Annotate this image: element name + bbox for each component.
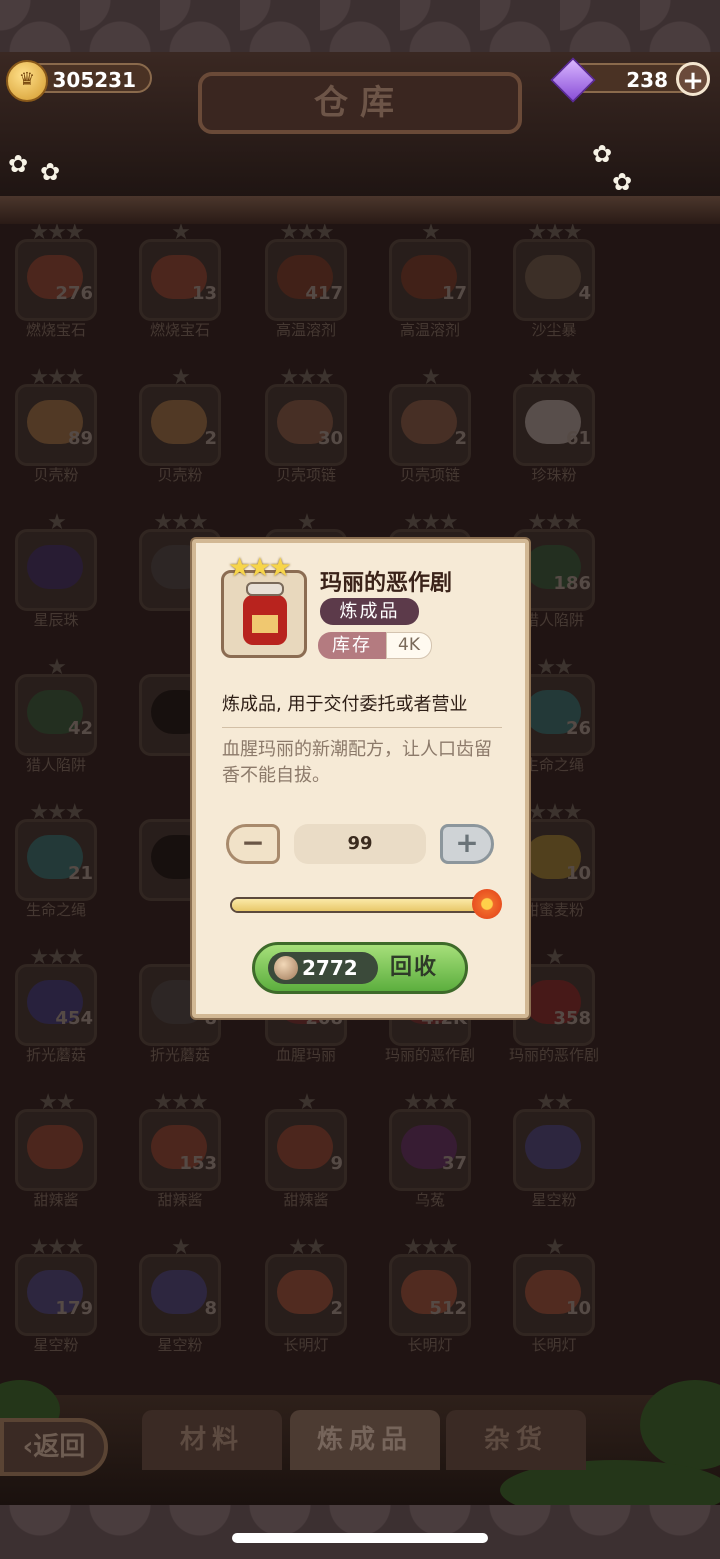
recycle-label: 回收 <box>390 955 439 980</box>
back-button[interactable]: ‹返回 <box>0 1418 108 1476</box>
flower-icon: ✿ <box>40 158 61 186</box>
jar-lid <box>246 582 284 596</box>
quantity-field[interactable]: 99 <box>294 824 426 864</box>
item-description: 炼成品, 用于交付委托或者营业 <box>222 694 468 715</box>
item-title: 玛丽的恶作剧 <box>320 571 453 596</box>
shelf-bar <box>0 196 720 224</box>
crown-coin-icon: ♛ <box>6 60 48 102</box>
decrease-quantity-button[interactable]: − <box>226 824 280 864</box>
slider-thumb-flower-icon[interactable]: ✿ <box>472 889 502 919</box>
coin-icon <box>274 956 298 980</box>
item-category-badge: 炼成品 <box>320 598 419 625</box>
divider <box>222 727 502 728</box>
flower-icon: ✿ <box>612 168 633 196</box>
tab-materials[interactable]: 材料 <box>142 1410 282 1470</box>
page-title: 仓库 <box>198 72 522 134</box>
top-decor-band <box>0 0 720 52</box>
quantity-slider-fill <box>232 899 490 911</box>
add-gems-button[interactable]: + <box>676 62 710 96</box>
quantity-slider[interactable] <box>230 897 492 913</box>
home-indicator[interactable] <box>232 1533 488 1543</box>
flower-icon: ✿ <box>592 140 613 168</box>
increase-quantity-button[interactable]: + <box>440 824 494 864</box>
stock-value: 4K <box>386 632 432 659</box>
stock-label: 库存 <box>318 632 386 659</box>
item-star-rating: ★★★ <box>228 553 292 583</box>
bottom-decor-band <box>0 1505 720 1559</box>
tab-alchemy-products[interactable]: 炼成品 <box>290 1410 440 1470</box>
jar-label <box>252 615 278 633</box>
item-flavor-text: 血腥玛丽的新潮配方，让人口齿留香不能自拔。 <box>222 739 492 786</box>
flower-icon: ✿ <box>8 150 29 178</box>
tab-sundries[interactable]: 杂货 <box>446 1410 586 1470</box>
